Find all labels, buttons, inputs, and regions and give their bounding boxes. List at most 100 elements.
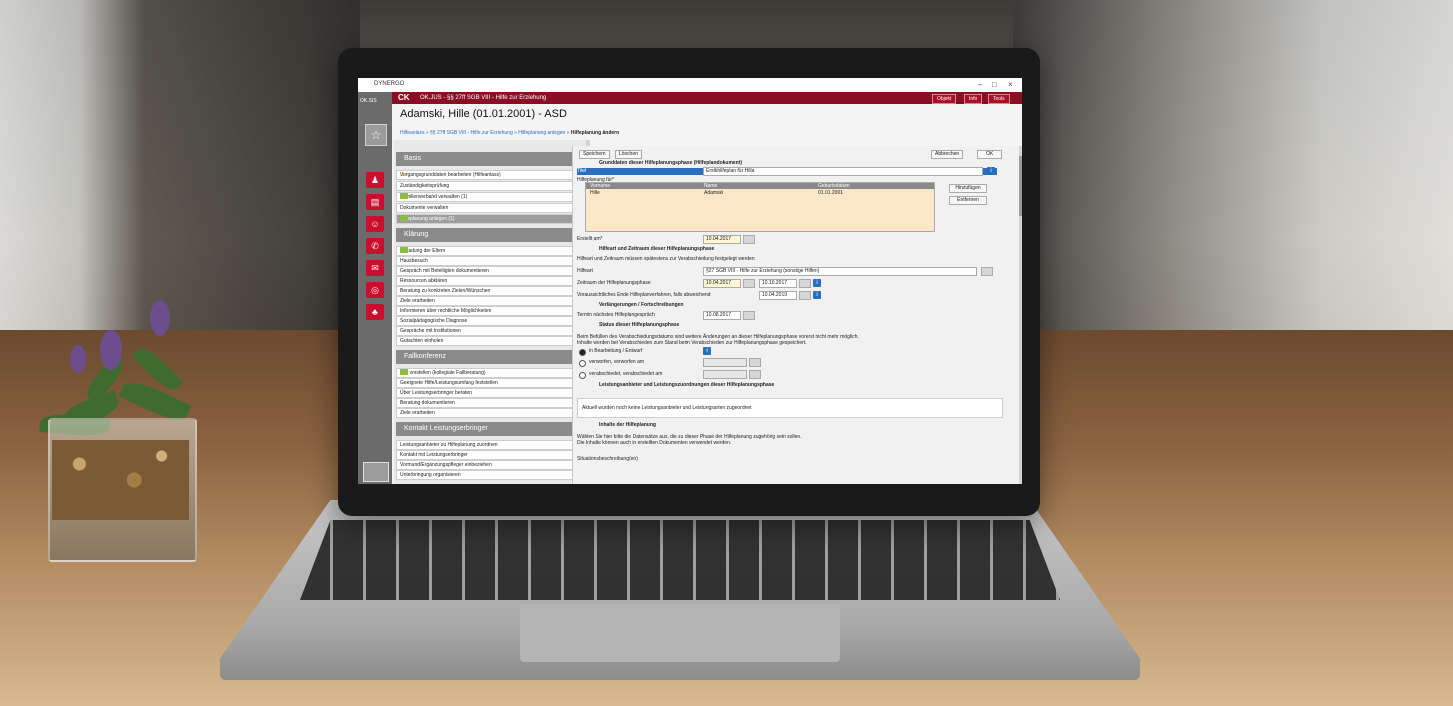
section-title: Basis bbox=[404, 155, 422, 162]
close-button[interactable]: × bbox=[1008, 80, 1013, 89]
verworfen-date-input[interactable] bbox=[703, 358, 747, 367]
item-label: Gespräche mit Institutionen bbox=[400, 328, 461, 334]
phone-icon[interactable]: ✆ bbox=[366, 238, 384, 254]
ok-button[interactable]: OK bbox=[977, 150, 1003, 159]
list-item[interactable]: Hausbesuch bbox=[396, 256, 580, 266]
termin-label: Termin nächstes Hilfeplangespräch bbox=[577, 312, 655, 318]
list-item[interactable]: Gespräche mit Institutionen bbox=[396, 326, 580, 336]
item-label: Hilfeplanung anlegen (1) bbox=[400, 216, 455, 222]
list-item[interactable]: Fall vorstellen (kollegiale Fallberatung… bbox=[396, 368, 580, 378]
list-item[interactable]: Gutachten einholen bbox=[396, 336, 580, 346]
list-item[interactable]: Vormund/Ergänzungspfleger einbeziehen bbox=[396, 460, 580, 470]
breadcrumb-links[interactable]: Hilfeanlass » §§ 27ff SGB VIII - Hilfe z… bbox=[400, 130, 569, 136]
list-item[interactable]: Beratung dokumentieren bbox=[396, 398, 580, 408]
ende-label: Voraussichtliches Ende Hilfeplanverfahre… bbox=[577, 292, 711, 298]
list-item[interactable]: Über Leistungserbringer beraten bbox=[396, 388, 580, 398]
column-header[interactable]: Name bbox=[704, 183, 717, 189]
calendar-icon[interactable] bbox=[743, 235, 755, 244]
list-item[interactable]: Gespräch mit Beteiligten dokumentieren bbox=[396, 266, 580, 276]
list-item[interactable]: Einladung der Eltern bbox=[396, 246, 580, 256]
radio-label: verabschiedet, verabschiedet am bbox=[589, 371, 663, 377]
list-item[interactable]: Leistungsanbieter zu Hilfeplanung zuordn… bbox=[396, 440, 580, 450]
list-item[interactable]: Ziele erarbeiten bbox=[396, 408, 580, 418]
check-icon bbox=[400, 215, 408, 221]
list-item[interactable]: Kontakt mit Leistungserbringer bbox=[396, 450, 580, 460]
form-scrollbar[interactable] bbox=[1019, 146, 1022, 484]
cancel-button[interactable]: Abbrechen bbox=[931, 150, 964, 159]
list-item[interactable]: Informieren über rechtliche Möglichkeite… bbox=[396, 306, 580, 316]
item-label: Beratung dokumentieren bbox=[400, 400, 455, 406]
maximize-button[interactable]: □ bbox=[992, 80, 997, 89]
list-item[interactable]: Unterbringung organisieren bbox=[396, 470, 580, 480]
info-icon[interactable]: i bbox=[703, 347, 711, 355]
globe-icon[interactable]: ◎ bbox=[366, 282, 384, 298]
list-item-selected[interactable]: Hilfeplanung anlegen (1) bbox=[396, 214, 580, 224]
list-item[interactable]: Sozialpädagogische Diagnose bbox=[396, 316, 580, 326]
dropdown-icon[interactable] bbox=[981, 267, 993, 276]
radio-verworfen[interactable] bbox=[579, 360, 586, 367]
list-item[interactable]: Familienverband verwalten (1) bbox=[396, 192, 580, 202]
column-header[interactable]: Geburtsdatum bbox=[818, 183, 850, 189]
erstellt-date-input[interactable]: 10.04.2017 bbox=[703, 235, 741, 244]
verabschiedet-date-input[interactable] bbox=[703, 370, 747, 379]
minimize-button[interactable]: – bbox=[978, 80, 982, 89]
person-icon[interactable]: ♟ bbox=[366, 172, 384, 188]
calendar-icon[interactable] bbox=[799, 291, 811, 300]
info-icon[interactable]: i bbox=[813, 291, 821, 299]
mail-icon[interactable]: ✉ bbox=[366, 260, 384, 276]
section-klaerung[interactable]: Klärung▾ bbox=[396, 228, 586, 242]
section-kontakt-leistungserbringer[interactable]: Kontakt Leistungserbringer▾ bbox=[396, 422, 586, 436]
calendar-icon[interactable] bbox=[749, 370, 761, 379]
info-button[interactable]: Info bbox=[964, 94, 983, 104]
item-label: Dokumente verwalten bbox=[400, 205, 449, 211]
delete-button[interactable]: Löschen bbox=[615, 150, 642, 159]
item-label: Ziele erarbeiten bbox=[400, 410, 435, 416]
favorites-star-icon[interactable]: ☆ bbox=[365, 124, 387, 146]
org-chart-icon[interactable]: ♣ bbox=[366, 304, 384, 320]
ende-date-input[interactable]: 10.04.2019 bbox=[759, 291, 797, 300]
termin-date-input[interactable]: 10.08.2017 bbox=[703, 311, 741, 320]
zeitraum-to-input[interactable]: 10.10.2017 bbox=[759, 279, 797, 288]
breadcrumb-current: Hilfeplanung ändern bbox=[570, 130, 620, 136]
people-icon[interactable]: ☺ bbox=[366, 216, 384, 232]
radio-verabschiedet[interactable] bbox=[579, 372, 586, 379]
item-label: Ressourcen abklären bbox=[400, 278, 448, 284]
calendar-icon[interactable] bbox=[743, 311, 755, 320]
list-item[interactable]: Ressourcen abklären bbox=[396, 276, 580, 286]
zeitraum-from-input[interactable]: 10.04.2017 bbox=[703, 279, 741, 288]
list-item[interactable]: Beratung zu konkreten Zielen/Wünschen bbox=[396, 286, 580, 296]
hilfeart-label: Hilfeart bbox=[577, 268, 593, 274]
list-item[interactable]: Geeignete Hilfe/Leistungsumfang feststel… bbox=[396, 378, 580, 388]
table-row[interactable]: Hille Adamski 01.01.2001 bbox=[586, 190, 934, 196]
list-item[interactable]: Ziele erarbeiten bbox=[396, 296, 580, 306]
person-grid: Vorname Name Geburtsdatum Hille Adamski … bbox=[585, 182, 935, 232]
hilfeart-hint: Hilfeart und Zeitraum müssen spätestens … bbox=[577, 256, 755, 262]
document-icon[interactable]: ▤ bbox=[366, 194, 384, 210]
item-label: Gutachten einholen bbox=[400, 338, 444, 344]
add-person-button[interactable]: Hinzufügen bbox=[949, 184, 987, 193]
list-item[interactable]: Zuständigkeitsprüfung bbox=[396, 181, 580, 191]
hilfeart-select[interactable]: §27 SGB VIII - Hilfe zur Erziehung (sons… bbox=[703, 267, 977, 276]
radio-in-bearbeitung[interactable] bbox=[579, 349, 586, 356]
status-hint: Inhalte werden bei Verabschieden zum Sta… bbox=[577, 340, 807, 346]
info-icon[interactable]: i bbox=[813, 279, 821, 287]
cell-geburtsdatum: 01.01.2001 bbox=[818, 190, 844, 196]
calendar-icon[interactable] bbox=[743, 279, 755, 288]
section-fallkonferenz[interactable]: Fallkonferenz▾ bbox=[396, 350, 586, 364]
save-button[interactable]: Speichern bbox=[579, 150, 610, 159]
list-item[interactable]: Dokumente verwalten bbox=[396, 203, 580, 213]
breadcrumb: Hilfeanlass » §§ 27ff SGB VIII - Hilfe z… bbox=[400, 130, 619, 136]
window-title: DYNERGO bbox=[374, 81, 405, 87]
section-basis[interactable]: Basis▾ bbox=[396, 152, 586, 166]
objekt-button[interactable]: Objekt bbox=[932, 94, 957, 104]
remove-person-button[interactable]: Entfernen bbox=[949, 196, 987, 205]
column-header[interactable]: Vorname bbox=[590, 183, 610, 189]
image-icon[interactable] bbox=[363, 462, 389, 482]
calendar-icon[interactable] bbox=[799, 279, 811, 288]
info-icon[interactable]: i bbox=[987, 167, 995, 175]
tools-button[interactable]: Tools bbox=[988, 94, 1010, 104]
page-title: Adamski, Hille (01.01.2001) - ASD bbox=[400, 108, 567, 120]
list-item[interactable]: Vorgangsgrunddaten bearbeiten (Hilfeanla… bbox=[396, 170, 580, 180]
titel-input[interactable]: Erstkhilfeplan für Hilla bbox=[703, 167, 983, 176]
calendar-icon[interactable] bbox=[749, 358, 761, 367]
